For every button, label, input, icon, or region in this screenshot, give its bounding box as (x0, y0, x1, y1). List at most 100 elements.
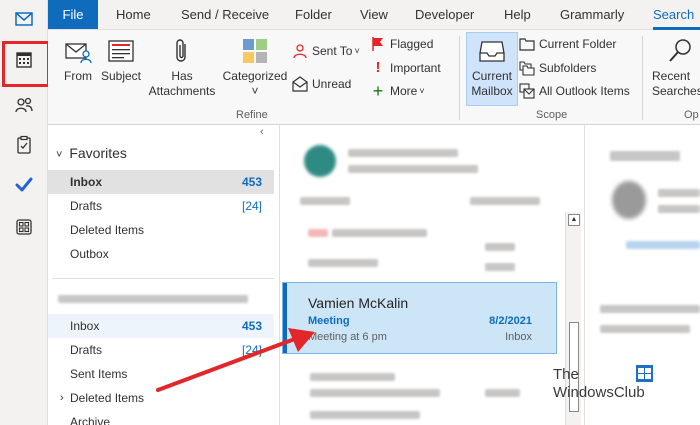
unread-button[interactable]: Unread (292, 74, 351, 94)
message-folder: Inbox (505, 331, 532, 343)
refine-group-label: Refine (236, 109, 268, 121)
categories-icon (243, 39, 267, 63)
search-icon (669, 39, 691, 62)
tab-file[interactable]: File (48, 0, 98, 29)
blurred-account-name (58, 295, 248, 303)
blurred-text (658, 205, 700, 213)
favorite-drafts[interactable]: Drafts [24] (48, 194, 274, 218)
chevron-down-icon: ˅ (251, 84, 259, 98)
mail-icon[interactable] (7, 2, 41, 36)
blurred-text (348, 165, 478, 173)
flag-icon (372, 37, 383, 51)
favorite-deleted-items[interactable]: Deleted Items (48, 218, 274, 242)
calendar-highlight-box (2, 41, 50, 87)
folder-label: Inbox (70, 175, 102, 189)
tasks-icon[interactable] (7, 128, 41, 162)
favorite-inbox[interactable]: Inbox 453 (48, 170, 274, 194)
has-attachments-button[interactable]: Has Attachments (146, 36, 218, 99)
blurred-text (485, 263, 515, 271)
tab-help[interactable]: Help (504, 0, 531, 29)
current-mailbox-line1: Current (471, 69, 512, 83)
watermark-logo-icon (636, 365, 653, 382)
watermark-text: The WindowsClub (553, 366, 645, 402)
unread-label: Unread (312, 77, 352, 91)
blurred-text (310, 373, 395, 381)
subfolders-button[interactable]: Subfolders (519, 58, 596, 78)
from-button[interactable]: From (60, 36, 96, 84)
folder-icon (519, 38, 535, 51)
current-mailbox-button[interactable]: Current Mailbox (467, 36, 517, 99)
watermark-line2: WindowsClub (553, 384, 645, 401)
group-separator (642, 36, 643, 120)
chevron-down-icon: ˅ (419, 86, 425, 96)
tab-grammarly[interactable]: Grammarly (560, 0, 624, 29)
folder-label: Archive (70, 415, 111, 425)
tab-view[interactable]: View (360, 0, 388, 29)
collapse-pane-icon[interactable]: ‹ (260, 126, 264, 138)
message-list (280, 125, 585, 425)
avatar (612, 181, 646, 219)
favorites-heading[interactable]: ˅ Favorites (56, 145, 127, 161)
open-envelope-icon (292, 76, 308, 92)
sent-to-button[interactable]: Sent To ˅ (292, 41, 360, 61)
has-attachments-line2: Attachments (148, 84, 216, 98)
categorized-button[interactable]: Categorized ˅ (222, 36, 288, 99)
current-mailbox-line2: Mailbox (471, 84, 513, 98)
ribbon-tab-bar: File Home Send / Receive Folder View Dev… (48, 0, 700, 30)
subject-button[interactable]: Subject (100, 36, 142, 84)
paperclip-icon (176, 39, 186, 62)
message-sender: Vamien McKalin (308, 295, 409, 311)
blurred-text (308, 229, 328, 237)
flagged-button[interactable]: Flagged (370, 34, 433, 54)
current-folder-label: Current Folder (539, 37, 617, 51)
recent-searches-button[interactable]: Recent Searches (652, 36, 700, 99)
more-button[interactable]: + More ˅ (370, 81, 425, 101)
blurred-text (600, 325, 690, 333)
blurred-text (485, 389, 520, 397)
subfolders-label: Subfolders (539, 61, 597, 75)
people-icon[interactable] (7, 88, 41, 122)
blurred-text (485, 243, 515, 251)
scroll-up-icon[interactable]: ▲ (568, 214, 580, 226)
watermark-line1: The (553, 366, 579, 383)
chevron-down-icon: ˅ (56, 149, 63, 161)
red-arrow-annotation (156, 328, 315, 392)
blurred-text (600, 305, 700, 313)
subfolders-icon (519, 61, 535, 76)
favorites-label: Favorites (69, 145, 127, 161)
all-outlook-items-button[interactable]: All Outlook Items (519, 81, 630, 101)
flagged-label: Flagged (390, 37, 434, 51)
exclamation-icon: ! (375, 59, 381, 76)
person-icon (293, 44, 307, 59)
folder-label: Drafts (70, 199, 103, 213)
account-archive[interactable]: Archive (48, 410, 274, 425)
folder-label: Sent Items (70, 367, 128, 381)
options-group-label: Op (684, 109, 699, 121)
blurred-text (610, 151, 680, 161)
draft-count: [24] (241, 199, 262, 213)
sent-to-label: Sent To (312, 44, 353, 58)
selected-message-item[interactable]: Vamien McKalin Meeting 8/2/2021 Meeting … (282, 282, 557, 354)
pane-divider (52, 278, 274, 279)
all-outlook-items-label: All Outlook Items (539, 84, 630, 98)
favorite-outbox[interactable]: Outbox (48, 242, 274, 266)
search-ribbon: From Subject Has Attachments Categorized… (48, 30, 700, 125)
tab-search[interactable]: Search (653, 0, 694, 29)
tab-send-receive[interactable]: Send / Receive (181, 0, 269, 29)
chevron-right-icon[interactable]: › (60, 386, 64, 410)
blurred-text (658, 189, 700, 197)
tab-developer[interactable]: Developer (415, 0, 474, 29)
folder-label: Deleted Items (70, 391, 145, 405)
group-separator (459, 36, 460, 120)
recent-searches-line2: Searches (652, 84, 700, 98)
folder-label: Drafts (70, 343, 103, 357)
more-label: More (390, 84, 418, 98)
todo-check-icon[interactable] (7, 168, 41, 202)
blurred-text (300, 197, 350, 205)
important-button[interactable]: ! Important (370, 58, 441, 78)
categorized-label: Categorized (222, 69, 288, 83)
apps-grid-icon[interactable] (7, 210, 41, 244)
current-folder-button[interactable]: Current Folder (519, 34, 616, 54)
tab-home[interactable]: Home (116, 0, 151, 29)
tab-folder[interactable]: Folder (295, 0, 332, 29)
